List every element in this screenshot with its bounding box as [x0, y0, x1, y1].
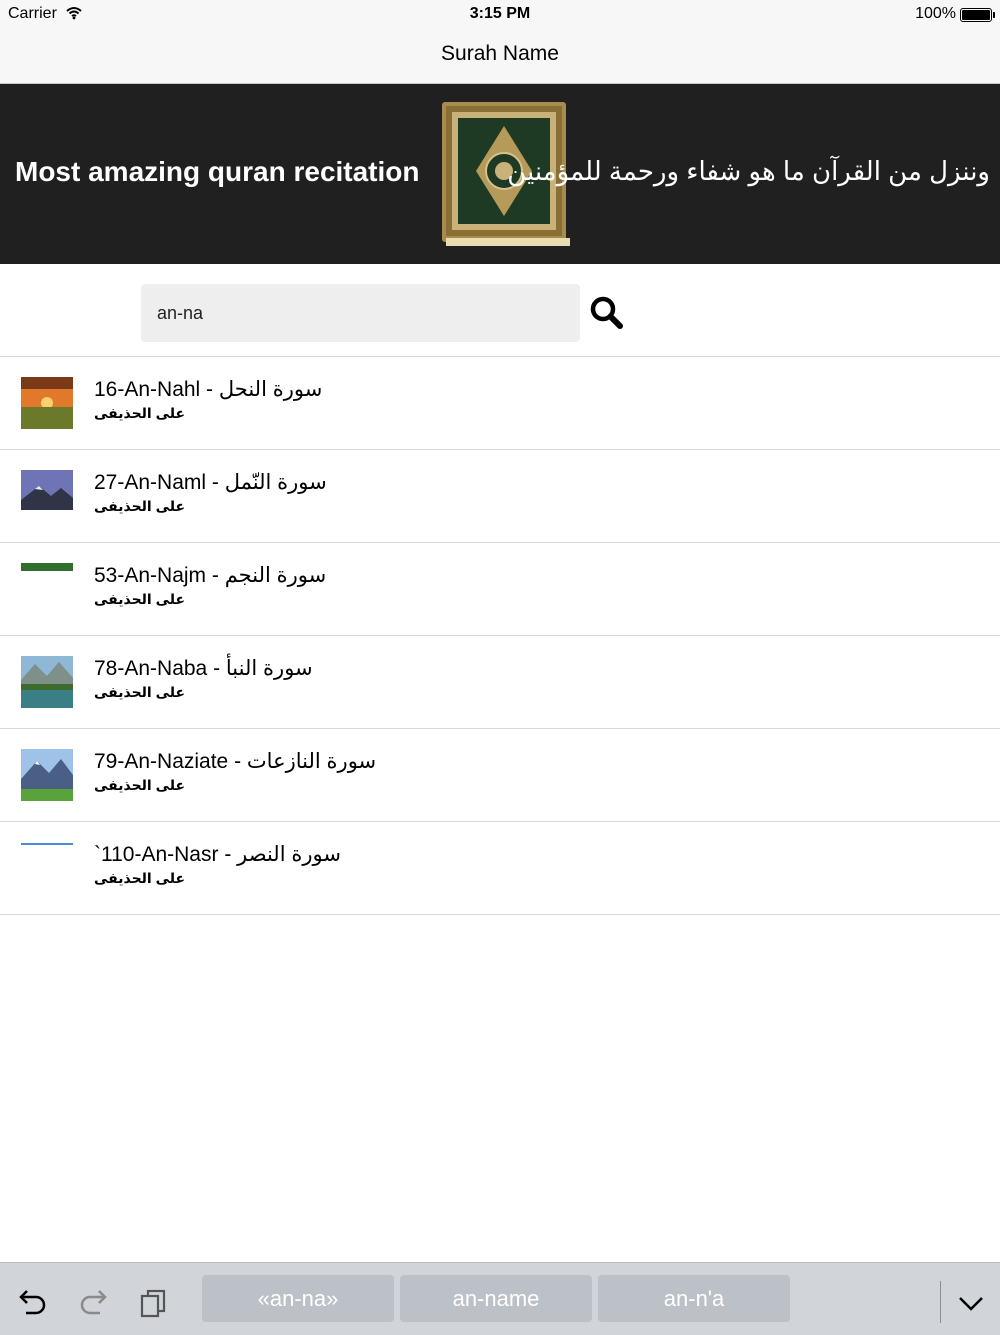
- page-title: Surah Name: [441, 42, 559, 65]
- banner-english-text: Most amazing quran recitation: [15, 156, 420, 187]
- surah-title: 78-An-Naba - سورة النبأ: [94, 657, 313, 680]
- keyboard-shortcut-bar: «an-na» an-name an-n'a: [0, 1262, 1000, 1335]
- surah-title: 27-An-Naml - سورة النّمل: [94, 471, 327, 494]
- reciter-name: على الحذيفى: [94, 684, 186, 700]
- divider: [940, 1281, 941, 1323]
- reciter-name: على الحذيفى: [94, 405, 186, 421]
- sunset-field-thumbnail: [21, 377, 73, 429]
- list-item[interactable]: 53-An-Najm - سورة النجم على الحذيفى: [0, 543, 1000, 636]
- list-item[interactable]: 78-An-Naba - سورة النبأ على الحذيفى: [0, 636, 1000, 729]
- mountain-lake-thumbnail: [21, 470, 73, 522]
- redo-icon[interactable]: [76, 1285, 110, 1319]
- status-bar: Carrier 3:15 PM 100%: [0, 0, 1000, 28]
- search-icon[interactable]: [588, 294, 626, 332]
- navigation-bar: Surah Name: [0, 28, 1000, 84]
- list-item[interactable]: 16-An-Nahl - سورة النحل على الحذيفى: [0, 357, 1000, 450]
- reciter-name: على الحذيفى: [94, 498, 186, 514]
- reciter-name: على الحذيفى: [94, 591, 186, 607]
- search-bar: [0, 264, 1000, 357]
- suggestion-button[interactable]: «an-na»: [202, 1275, 394, 1322]
- battery-icon: [960, 8, 995, 22]
- alpine-valley-thumbnail: [21, 749, 73, 801]
- list-item[interactable]: 27-An-Naml - سورة النّمل على الحذيفى: [0, 450, 1000, 543]
- reciter-name: على الحذيفى: [94, 777, 186, 793]
- lake-reflection-thumbnail: [21, 656, 73, 708]
- battery-percent: 100%: [915, 5, 956, 22]
- banner-arabic-verse: وننزل من القرآن ما هو شفاء ورحمة للمؤمني…: [507, 156, 990, 186]
- search-input[interactable]: [141, 284, 580, 342]
- chevron-down-icon[interactable]: [954, 1285, 988, 1319]
- surah-results-list: 16-An-Nahl - سورة النحل على الحذيفى 27-A…: [0, 357, 1000, 915]
- surah-title: 53-An-Najm - سورة النجم: [94, 564, 327, 587]
- surah-title: 79-An-Naziate - سورة النازعات: [94, 750, 377, 773]
- reciter-name: على الحذيفى: [94, 870, 186, 886]
- undo-icon[interactable]: [16, 1285, 50, 1319]
- list-item[interactable]: 79-An-Naziate - سورة النازعات على الحذيف…: [0, 729, 1000, 822]
- clock-time: 3:15 PM: [469, 5, 531, 22]
- suggestion-button[interactable]: an-n'a: [598, 1275, 790, 1322]
- suggestion-button[interactable]: an-name: [400, 1275, 592, 1322]
- paste-icon[interactable]: [136, 1285, 170, 1319]
- list-item[interactable]: `110-An-Nasr - سورة النصر على الحذيفى: [0, 822, 1000, 915]
- header-banner: Most amazing quran recitation وننزل من ا…: [0, 84, 1000, 264]
- grass-strip-thumbnail: [21, 563, 73, 615]
- surah-title: `110-An-Nasr - سورة النصر: [94, 843, 341, 866]
- surah-title: 16-An-Nahl - سورة النحل: [94, 378, 323, 401]
- sky-strip-thumbnail: [21, 842, 73, 894]
